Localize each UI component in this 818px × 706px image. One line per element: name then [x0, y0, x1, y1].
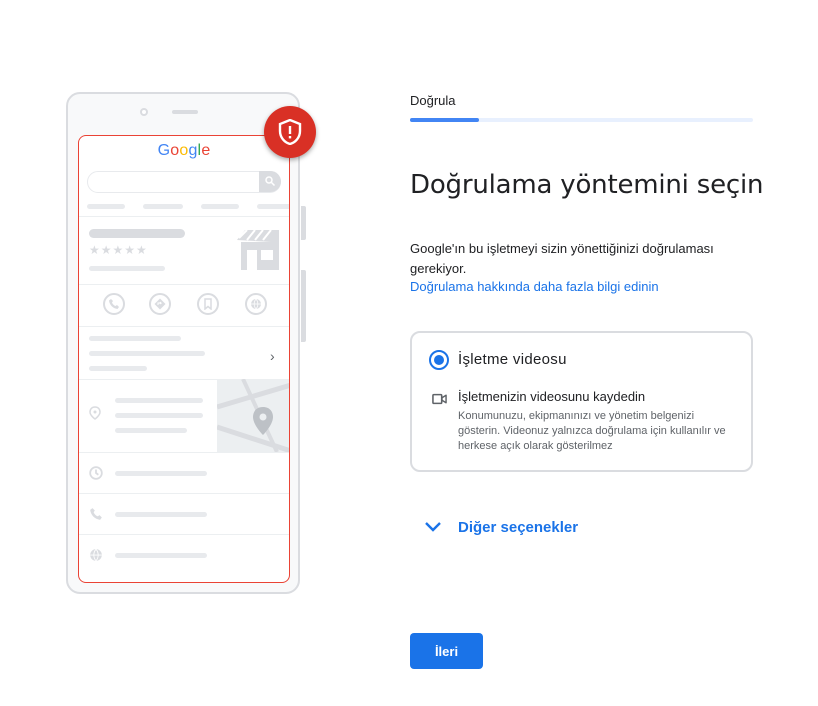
- mock-category: [89, 266, 165, 271]
- mock-text-line: [115, 398, 203, 403]
- mock-search-bar: [87, 171, 281, 193]
- mock-tab: [143, 204, 183, 209]
- mock-map: [217, 379, 289, 452]
- next-button[interactable]: İleri: [410, 633, 483, 669]
- mock-website-action: [245, 293, 267, 315]
- logo-letter: G: [157, 142, 171, 159]
- page-title: Doğrulama yöntemini seçin: [410, 170, 764, 200]
- progress-bar: [410, 118, 753, 122]
- chevron-down-icon: [425, 522, 441, 532]
- google-logo: Google: [79, 142, 289, 160]
- option-detail: Konumunuzu, ekipmanınızı ve yönetim belg…: [458, 410, 726, 452]
- logo-letter: g: [188, 142, 198, 159]
- bookmark-icon: [204, 298, 212, 310]
- logo-letter: o: [170, 142, 180, 159]
- directions-icon: [154, 298, 166, 310]
- mock-text-line: [115, 512, 207, 517]
- location-pin-icon: [89, 406, 101, 420]
- verification-option-video[interactable]: İşletme videosu İşletmenizin videosunu k…: [410, 331, 753, 472]
- logo-letter: e: [201, 142, 211, 159]
- step-label: Doğrula: [410, 93, 456, 108]
- globe-icon: [90, 548, 102, 562]
- mock-text-line: [89, 336, 181, 341]
- progress-fill: [410, 118, 479, 122]
- mock-business-name: [89, 229, 185, 238]
- more-options-label: Diğer seçenekler: [458, 519, 579, 536]
- mock-rating-stars: ★★★★★: [89, 243, 148, 257]
- map-icon: [217, 379, 289, 452]
- phone-icon: [109, 299, 119, 309]
- globe-icon: [251, 298, 261, 310]
- mock-text-line: [115, 471, 207, 476]
- mock-save-action: [197, 293, 219, 315]
- verification-badge: [264, 106, 316, 158]
- phone-screen: Google ★★★★★ ›: [78, 135, 290, 583]
- shield-alert-icon: [278, 119, 302, 145]
- phone-speaker: [172, 110, 198, 114]
- option-title: İşletme videosu: [458, 351, 567, 368]
- option-subtitle: İşletmenizin videosunu kaydedin: [458, 389, 646, 404]
- mock-directions-action: [149, 293, 171, 315]
- mock-text-line: [115, 413, 203, 418]
- storefront-icon: [237, 229, 279, 270]
- radio-selected-dot: [434, 355, 444, 365]
- mock-tab: [257, 204, 289, 209]
- mock-text-line: [89, 351, 205, 356]
- option-radio[interactable]: [429, 350, 449, 370]
- mock-call-action: [103, 293, 125, 315]
- mock-search-button: [259, 171, 281, 192]
- phone-camera: [140, 108, 148, 116]
- clock-icon: [89, 466, 103, 480]
- mock-text-line: [115, 553, 207, 558]
- mock-tab: [87, 204, 125, 209]
- mock-text-line: [89, 366, 147, 371]
- phone-illustration: Google ★★★★★ ›: [60, 88, 330, 608]
- mock-text-line: [115, 428, 187, 433]
- phone-volume-button: [301, 206, 306, 240]
- chevron-right-icon: ›: [270, 348, 275, 364]
- phone-power-button: [301, 270, 306, 342]
- phone-icon: [90, 508, 102, 520]
- mock-tab: [201, 204, 239, 209]
- learn-more-link[interactable]: Doğrulama hakkında daha fazla bilgi edin…: [410, 279, 659, 294]
- search-icon: [265, 176, 276, 187]
- videocam-icon: [432, 393, 447, 405]
- page-description: Google'ın bu işletmeyi sizin yönettiğini…: [410, 241, 714, 276]
